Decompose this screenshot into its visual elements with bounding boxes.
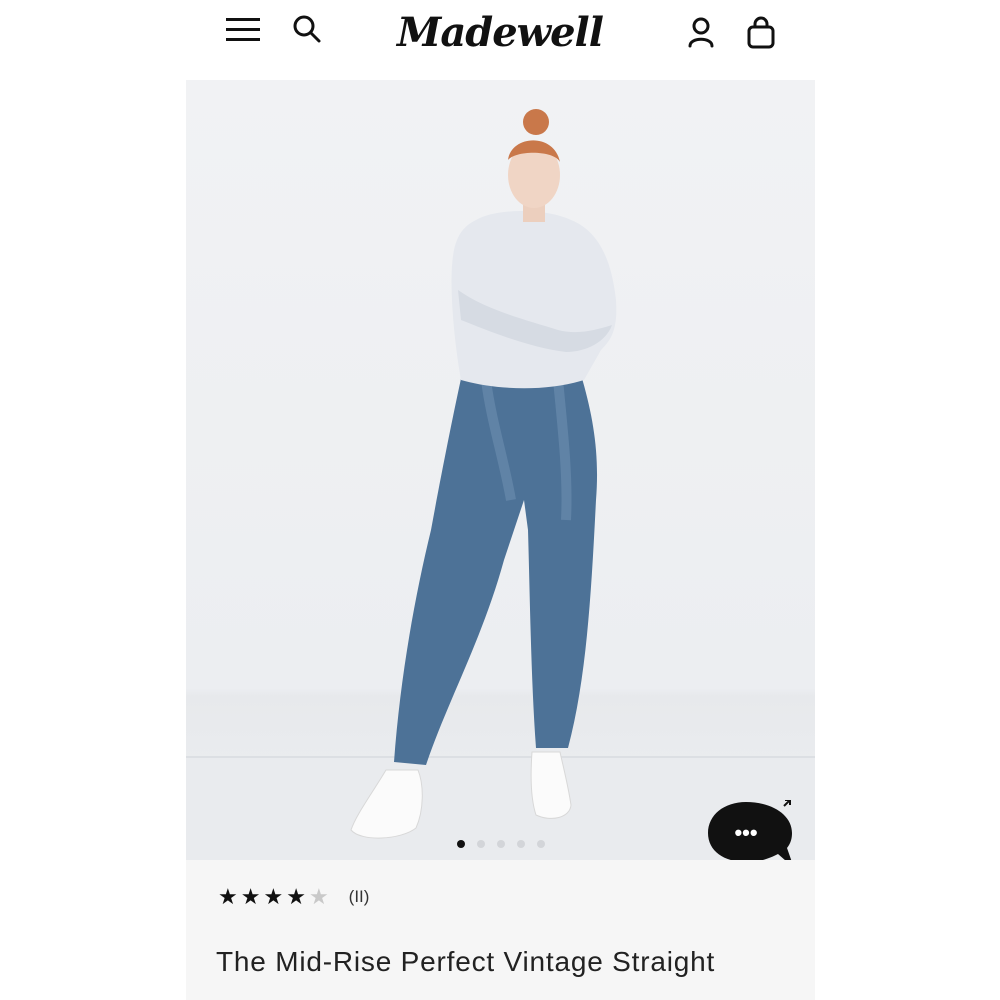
product-image-carousel[interactable]	[186, 80, 815, 860]
star-filled-icon: ★	[218, 884, 238, 909]
account-button[interactable]	[682, 12, 720, 52]
brand-logo[interactable]: Madewell	[395, 2, 605, 62]
carousel-dot[interactable]	[496, 840, 505, 848]
carousel-dot[interactable]	[536, 840, 545, 848]
carousel-dot[interactable]	[516, 840, 525, 848]
product-info: ★ ★ ★ ★ ★ (II) The Mid-Rise Perfect Vintage …	[186, 860, 815, 1000]
star-filled-icon: ★	[240, 884, 261, 909]
carousel-dot[interactable]	[456, 840, 465, 848]
top-nav: Madewell	[0, 0, 1000, 70]
product-photo	[186, 109, 815, 860]
rating-stars: ★ ★ ★ ★ ★	[218, 886, 329, 908]
bag-icon	[747, 16, 775, 49]
bag-button[interactable]	[742, 12, 780, 54]
menu-button[interactable]	[222, 10, 264, 48]
star-filled-icon: ★	[263, 884, 284, 909]
product-title: The Mid-Rise Perfect Vintage Straight	[216, 946, 716, 977]
star-empty-icon: ★	[308, 884, 329, 909]
carousel-dot[interactable]	[476, 840, 485, 848]
product-rating[interactable]: ★ ★ ★ ★ ★ (II)	[218, 886, 369, 908]
search-button[interactable]	[288, 10, 326, 48]
chat-label: •••	[734, 820, 757, 845]
review-count[interactable]: (II)	[349, 887, 370, 907]
menu-icon	[226, 18, 260, 41]
search-icon	[293, 15, 321, 43]
account-icon	[688, 17, 714, 48]
star-filled-icon: ★	[286, 884, 306, 909]
